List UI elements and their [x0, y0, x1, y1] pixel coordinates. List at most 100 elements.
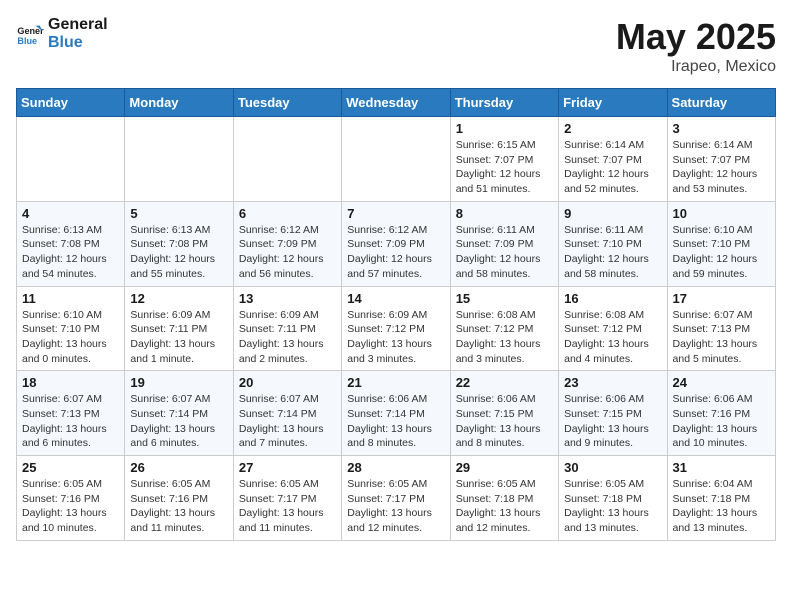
day-info: Sunrise: 6:14 AM Sunset: 7:07 PM Dayligh… — [564, 138, 661, 197]
day-cell: 31 Sunrise: 6:04 AM Sunset: 7:18 PM Dayli… — [667, 456, 775, 541]
day-number: 5 — [130, 206, 227, 221]
day-cell: 17 Sunrise: 6:07 AM Sunset: 7:13 PM Dayli… — [667, 286, 775, 371]
day-info: Sunrise: 6:06 AM Sunset: 7:14 PM Dayligh… — [347, 392, 444, 451]
day-cell: 3 Sunrise: 6:14 AM Sunset: 7:07 PM Daylig… — [667, 117, 775, 202]
day-number: 11 — [22, 291, 119, 306]
day-number: 27 — [239, 460, 336, 475]
day-number: 9 — [564, 206, 661, 221]
day-cell: 14 Sunrise: 6:09 AM Sunset: 7:12 PM Dayli… — [342, 286, 450, 371]
day-cell: 7 Sunrise: 6:12 AM Sunset: 7:09 PM Daylig… — [342, 201, 450, 286]
day-cell: 8 Sunrise: 6:11 AM Sunset: 7:09 PM Daylig… — [450, 201, 558, 286]
day-number: 26 — [130, 460, 227, 475]
day-number: 13 — [239, 291, 336, 306]
day-cell: 23 Sunrise: 6:06 AM Sunset: 7:15 PM Dayli… — [559, 371, 667, 456]
day-cell: 24 Sunrise: 6:06 AM Sunset: 7:16 PM Dayli… — [667, 371, 775, 456]
day-number: 3 — [673, 121, 770, 136]
day-cell: 11 Sunrise: 6:10 AM Sunset: 7:10 PM Dayli… — [17, 286, 125, 371]
day-number: 17 — [673, 291, 770, 306]
day-cell — [17, 117, 125, 202]
page-header: General Blue General Blue May 2025 Irape… — [16, 16, 776, 76]
day-info: Sunrise: 6:12 AM Sunset: 7:09 PM Dayligh… — [239, 223, 336, 282]
weekday-header-tuesday: Tuesday — [233, 89, 341, 117]
day-info: Sunrise: 6:07 AM Sunset: 7:13 PM Dayligh… — [22, 392, 119, 451]
day-info: Sunrise: 6:06 AM Sunset: 7:15 PM Dayligh… — [564, 392, 661, 451]
week-row-5: 25 Sunrise: 6:05 AM Sunset: 7:16 PM Dayli… — [17, 456, 776, 541]
day-number: 18 — [22, 375, 119, 390]
day-number: 23 — [564, 375, 661, 390]
day-info: Sunrise: 6:11 AM Sunset: 7:09 PM Dayligh… — [456, 223, 553, 282]
day-info: Sunrise: 6:05 AM Sunset: 7:17 PM Dayligh… — [347, 477, 444, 536]
day-info: Sunrise: 6:04 AM Sunset: 7:18 PM Dayligh… — [673, 477, 770, 536]
day-cell: 10 Sunrise: 6:10 AM Sunset: 7:10 PM Dayli… — [667, 201, 775, 286]
day-number: 16 — [564, 291, 661, 306]
logo-icon: General Blue — [16, 20, 44, 48]
day-cell: 27Sunrise: 6:05 AM Sunset: 7:17 PM Dayli… — [233, 456, 341, 541]
day-cell: 19Sunrise: 6:07 AM Sunset: 7:14 PM Dayli… — [125, 371, 233, 456]
day-number: 8 — [456, 206, 553, 221]
day-info: Sunrise: 6:13 AM Sunset: 7:08 PM Dayligh… — [130, 223, 227, 282]
svg-text:Blue: Blue — [17, 36, 37, 46]
day-number: 6 — [239, 206, 336, 221]
day-info: Sunrise: 6:07 AM Sunset: 7:14 PM Dayligh… — [239, 392, 336, 451]
day-number: 28 — [347, 460, 444, 475]
logo: General Blue General Blue — [16, 16, 108, 52]
day-cell: 1Sunrise: 6:15 AM Sunset: 7:07 PM Daylig… — [450, 117, 558, 202]
week-row-2: 4 Sunrise: 6:13 AM Sunset: 7:08 PM Daylig… — [17, 201, 776, 286]
title-block: May 2025 Irapeo, Mexico — [616, 16, 776, 76]
logo-general: General — [48, 16, 108, 34]
day-number: 7 — [347, 206, 444, 221]
day-number: 20 — [239, 375, 336, 390]
day-info: Sunrise: 6:09 AM Sunset: 7:11 PM Dayligh… — [130, 308, 227, 367]
day-number: 19 — [130, 375, 227, 390]
day-cell: 22Sunrise: 6:06 AM Sunset: 7:15 PM Dayli… — [450, 371, 558, 456]
day-info: Sunrise: 6:06 AM Sunset: 7:16 PM Dayligh… — [673, 392, 770, 451]
day-cell: 9 Sunrise: 6:11 AM Sunset: 7:10 PM Daylig… — [559, 201, 667, 286]
day-cell: 4 Sunrise: 6:13 AM Sunset: 7:08 PM Daylig… — [17, 201, 125, 286]
day-cell: 13 Sunrise: 6:09 AM Sunset: 7:11 PM Dayli… — [233, 286, 341, 371]
weekday-header-monday: Monday — [125, 89, 233, 117]
day-info: Sunrise: 6:05 AM Sunset: 7:18 PM Dayligh… — [456, 477, 553, 536]
day-number: 29 — [456, 460, 553, 475]
day-number: 14 — [347, 291, 444, 306]
day-cell — [342, 117, 450, 202]
day-cell: 20 Sunrise: 6:07 AM Sunset: 7:14 PM Dayli… — [233, 371, 341, 456]
day-cell: 15 Sunrise: 6:08 AM Sunset: 7:12 PM Dayli… — [450, 286, 558, 371]
day-info: Sunrise: 6:09 AM Sunset: 7:11 PM Dayligh… — [239, 308, 336, 367]
day-cell: 16Sunrise: 6:08 AM Sunset: 7:12 PM Dayli… — [559, 286, 667, 371]
day-number: 25 — [22, 460, 119, 475]
day-number: 31 — [673, 460, 770, 475]
day-info: Sunrise: 6:13 AM Sunset: 7:08 PM Dayligh… — [22, 223, 119, 282]
day-info: Sunrise: 6:05 AM Sunset: 7:16 PM Dayligh… — [22, 477, 119, 536]
day-info: Sunrise: 6:12 AM Sunset: 7:09 PM Dayligh… — [347, 223, 444, 282]
day-number: 24 — [673, 375, 770, 390]
day-info: Sunrise: 6:05 AM Sunset: 7:18 PM Dayligh… — [564, 477, 661, 536]
day-cell: 26 Sunrise: 6:05 AM Sunset: 7:16 PM Dayli… — [125, 456, 233, 541]
day-number: 1 — [456, 121, 553, 136]
day-number: 4 — [22, 206, 119, 221]
day-info: Sunrise: 6:08 AM Sunset: 7:12 PM Dayligh… — [456, 308, 553, 367]
day-number: 15 — [456, 291, 553, 306]
day-cell: 29 Sunrise: 6:05 AM Sunset: 7:18 PM Dayli… — [450, 456, 558, 541]
day-info: Sunrise: 6:05 AM Sunset: 7:16 PM Dayligh… — [130, 477, 227, 536]
day-cell: 12Sunrise: 6:09 AM Sunset: 7:11 PM Dayli… — [125, 286, 233, 371]
location: Irapeo, Mexico — [616, 58, 776, 76]
day-cell: 18 Sunrise: 6:07 AM Sunset: 7:13 PM Dayli… — [17, 371, 125, 456]
day-info: Sunrise: 6:14 AM Sunset: 7:07 PM Dayligh… — [673, 138, 770, 197]
day-number: 10 — [673, 206, 770, 221]
day-number: 21 — [347, 375, 444, 390]
day-cell — [233, 117, 341, 202]
day-cell: 5 Sunrise: 6:13 AM Sunset: 7:08 PM Daylig… — [125, 201, 233, 286]
day-info: Sunrise: 6:11 AM Sunset: 7:10 PM Dayligh… — [564, 223, 661, 282]
day-info: Sunrise: 6:09 AM Sunset: 7:12 PM Dayligh… — [347, 308, 444, 367]
day-cell: 30 Sunrise: 6:05 AM Sunset: 7:18 PM Dayli… — [559, 456, 667, 541]
day-cell: 25 Sunrise: 6:05 AM Sunset: 7:16 PM Dayli… — [17, 456, 125, 541]
day-number: 30 — [564, 460, 661, 475]
day-info: Sunrise: 6:10 AM Sunset: 7:10 PM Dayligh… — [22, 308, 119, 367]
day-number: 22 — [456, 375, 553, 390]
weekday-header-row: SundayMondayTuesdayWednesdayThursdayFrid… — [17, 89, 776, 117]
week-row-3: 11 Sunrise: 6:10 AM Sunset: 7:10 PM Dayli… — [17, 286, 776, 371]
month-title: May 2025 — [616, 16, 776, 58]
day-info: Sunrise: 6:10 AM Sunset: 7:10 PM Dayligh… — [673, 223, 770, 282]
day-cell: 28 Sunrise: 6:05 AM Sunset: 7:17 PM Dayli… — [342, 456, 450, 541]
day-info: Sunrise: 6:07 AM Sunset: 7:13 PM Dayligh… — [673, 308, 770, 367]
